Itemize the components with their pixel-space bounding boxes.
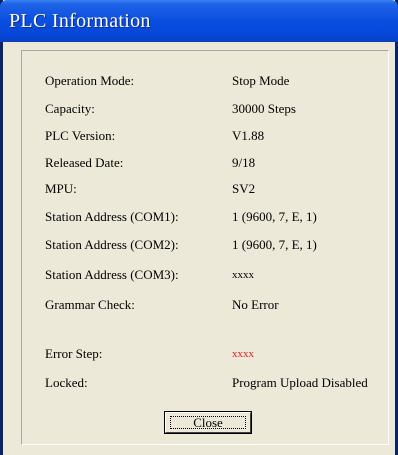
locked-value: Program Upload Disabled — [232, 375, 368, 390]
dialog-title: PLC Information — [9, 10, 151, 32]
info-row-capacity: Capacity: 30000 Steps — [22, 101, 388, 119]
error-step-value: xxxx — [232, 348, 254, 360]
grammar-check-value: No Error — [232, 297, 279, 312]
operation-mode-value: Stop Mode — [232, 73, 290, 88]
info-row-released-date: Released Date: 9/18 — [22, 155, 388, 173]
info-row-station-com3: Station Address (COM3): xxxx — [22, 267, 388, 285]
plc-version-label: PLC Version: — [45, 128, 116, 143]
info-row-station-com1: Station Address (COM1): 1 (9600, 7, E, 1… — [22, 209, 388, 227]
info-row-plc-version: PLC Version: V1.88 — [22, 128, 388, 146]
station-address-com2-label: Station Address (COM2): — [45, 237, 179, 252]
plc-information-dialog: PLC Information Operation Mode: Stop Mod… — [0, 0, 398, 455]
capacity-label: Capacity: — [45, 101, 95, 116]
station-address-com1-label: Station Address (COM1): — [45, 209, 179, 224]
released-date-label: Released Date: — [45, 155, 124, 170]
released-date-value: 9/18 — [232, 155, 256, 170]
station-address-com1-value: 1 (9600, 7, E, 1) — [232, 209, 317, 224]
info-panel: Operation Mode: Stop Mode Capacity: 3000… — [21, 50, 389, 445]
grammar-check-label: Grammar Check: — [45, 297, 135, 312]
capacity-value: 30000 Steps — [232, 101, 296, 116]
info-row-operation-mode: Operation Mode: Stop Mode — [22, 73, 388, 91]
locked-label: Locked: — [45, 375, 88, 390]
info-row-grammar-check: Grammar Check: No Error — [22, 297, 388, 315]
info-row-error-step: Error Step: xxxx — [22, 346, 388, 364]
close-button-label: Close — [170, 415, 246, 430]
plc-version-value: V1.88 — [232, 128, 265, 143]
close-button[interactable]: Close — [165, 412, 251, 433]
mpu-value: SV2 — [232, 181, 256, 196]
info-row-station-com2: Station Address (COM2): 1 (9600, 7, E, 1… — [22, 237, 388, 255]
mpu-label: MPU: — [45, 181, 77, 196]
info-row-locked: Locked: Program Upload Disabled — [22, 375, 388, 393]
info-row-mpu: MPU: SV2 — [22, 181, 388, 199]
title-bar[interactable]: PLC Information — [0, 0, 398, 42]
station-address-com2-value: 1 (9600, 7, E, 1) — [232, 237, 317, 252]
operation-mode-label: Operation Mode: — [45, 73, 135, 88]
station-address-com3-value: xxxx — [232, 269, 254, 281]
station-address-com3-label: Station Address (COM3): — [45, 267, 179, 282]
error-step-label: Error Step: — [45, 346, 103, 361]
